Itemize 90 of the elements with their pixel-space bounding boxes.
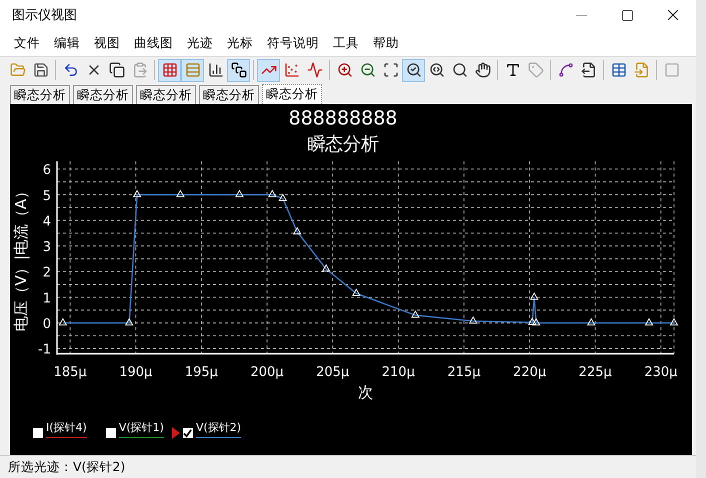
save-icon — [32, 62, 48, 78]
point-marker — [58, 318, 68, 326]
tab[interactable]: 瞬态分析 — [73, 85, 133, 104]
x-tick-label: 185µ — [54, 365, 87, 380]
x-tick-label: 215µ — [447, 365, 480, 380]
tab[interactable]: 瞬态分析 — [10, 85, 70, 104]
point-marker — [235, 190, 244, 198]
menu-item[interactable]: 帮助 — [367, 32, 405, 54]
menu-item[interactable]: 视图 — [88, 32, 126, 54]
menu-item[interactable]: 曲线图 — [128, 32, 179, 54]
point-marker — [670, 318, 678, 326]
point-marker — [322, 264, 330, 272]
folder-icon — [10, 62, 26, 78]
x-tick-label: 190µ — [119, 365, 152, 380]
bar-chart-icon — [208, 62, 224, 78]
squares-icon — [230, 62, 246, 78]
curves-icon — [558, 62, 574, 78]
legend-label: V(探针2) — [196, 420, 242, 438]
legend-checkbox[interactable] — [182, 428, 193, 438]
legend-label: I(探针4) — [46, 420, 87, 438]
status-bar: 所选光迹：V(探针2) — [0, 455, 696, 478]
x-tick-label: 200µ — [250, 365, 284, 380]
x-tick-label: 230µ — [644, 365, 678, 380]
point-marker — [530, 292, 538, 300]
x-axis-title: 次 — [358, 384, 373, 402]
y-tick-label: 1 — [42, 291, 51, 306]
menu-item[interactable]: 光迹 — [181, 32, 219, 54]
text-icon — [504, 62, 520, 78]
y-tick-label: 4 — [42, 214, 51, 230]
stop-icon — [664, 62, 680, 78]
y-tick-label: 0 — [42, 316, 51, 332]
copy-icon — [108, 62, 124, 78]
zoom-icon — [452, 62, 468, 78]
point-marker — [292, 226, 302, 234]
menu-item[interactable]: 编辑 — [48, 32, 86, 54]
paste-icon — [132, 62, 148, 78]
y-axis-title: 电压（V）|电流（A） — [12, 184, 30, 332]
x-tick-label: 225µ — [578, 365, 612, 380]
x-tick-label: 220µ — [513, 365, 546, 380]
point-marker — [124, 318, 134, 326]
y-tick-label: 5 — [42, 188, 51, 204]
legend-label: V(探针1) — [118, 420, 164, 438]
x-tick-label: 205µ — [316, 365, 350, 380]
menu-item[interactable]: 光标 — [221, 32, 259, 54]
point-marker — [278, 194, 288, 201]
zoom-fit-icon — [406, 62, 422, 78]
chart-title: 888888888 — [288, 106, 398, 130]
legend-checkbox[interactable] — [33, 428, 43, 438]
tag-icon — [528, 62, 544, 78]
tab[interactable]: 瞬态分析 — [262, 84, 322, 104]
line-points-icon — [306, 62, 322, 78]
menu-item[interactable]: 文件 — [8, 32, 46, 54]
x-tick-label: 195µ — [184, 365, 218, 380]
table-icon — [610, 62, 626, 78]
y-tick-label: 3 — [42, 240, 51, 256]
export-icon — [580, 62, 596, 78]
point-marker — [352, 288, 361, 296]
point-marker — [132, 190, 142, 198]
scatter-icon — [284, 62, 300, 78]
point-marker — [587, 318, 596, 326]
point-marker — [468, 316, 478, 324]
point-marker — [411, 310, 420, 318]
zoom-icon — [428, 62, 444, 78]
zoom-area-icon — [382, 62, 398, 78]
menu-item[interactable]: 符号说明 — [261, 32, 325, 54]
chart-subtitle: 瞬态分析 — [307, 134, 379, 156]
y-tick-label: -1 — [38, 342, 51, 358]
import-icon — [634, 62, 650, 78]
minimize-icon — [576, 14, 586, 16]
point-marker — [268, 190, 277, 198]
window-title: 图示仪视图 — [12, 7, 78, 24]
tab[interactable]: 瞬态分析 — [199, 85, 259, 104]
y-tick-label: 6 — [42, 163, 51, 178]
menu-item[interactable]: 工具 — [327, 32, 365, 54]
hand-icon — [474, 62, 490, 78]
undo-icon — [62, 62, 78, 78]
point-marker — [176, 190, 185, 198]
zoom-out-icon — [360, 62, 376, 78]
zoom-in-icon — [336, 62, 352, 78]
toolbar-button[interactable] — [227, 58, 250, 82]
check-icon — [183, 428, 192, 438]
point-marker — [644, 318, 654, 326]
y-tick-label: 2 — [42, 266, 51, 281]
legend-checkbox[interactable] — [106, 428, 116, 438]
legend-icon — [184, 62, 200, 78]
tab[interactable]: 瞬态分析 — [136, 85, 196, 104]
maximize-icon — [620, 8, 634, 22]
grid-icon — [162, 62, 178, 78]
toolbar-button[interactable] — [402, 58, 425, 82]
x-tick-label: 210µ — [382, 365, 415, 380]
